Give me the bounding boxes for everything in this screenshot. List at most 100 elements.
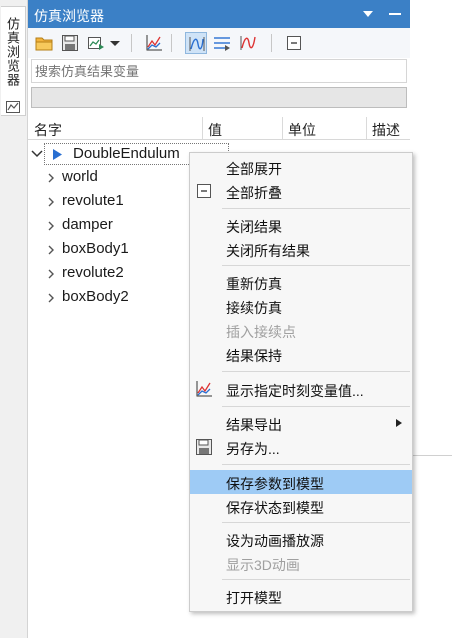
menu-item-resimulate[interactable]: 重新仿真 [190,270,412,294]
menu-item-label: 结果保持 [226,348,282,364]
plot-button[interactable] [143,32,165,54]
menu-item-show-3d-animation: 显示3D动画 [190,551,412,575]
toolbar [28,28,410,58]
export-icon [88,37,104,50]
list-curve-icon [214,37,230,51]
curve-icon [189,37,205,51]
column-separator[interactable] [366,117,367,139]
menu-item-open-model[interactable]: 打开模型 [190,584,412,608]
curve-button[interactable] [185,32,207,54]
menu-item-continue-simulation[interactable]: 接续仿真 [190,294,412,318]
dropdown-arrow-icon [110,41,120,46]
menu-separator [222,522,410,523]
chevron-right-icon [48,197,54,207]
tree-item-label: revolute2 [62,264,124,281]
tree-root-label: DoubleEndulum [73,145,180,162]
red-curve-button[interactable] [237,32,259,54]
toolbar-separator [271,34,272,52]
dropdown-icon[interactable] [361,7,375,21]
menu-item-label: 另存为... [226,441,280,457]
collapse-icon [197,184,211,198]
column-value-header[interactable]: 值 [208,120,222,140]
panel-title-bar: 仿真浏览器 [28,0,410,28]
column-name-header[interactable]: 名字 [34,120,62,140]
column-desc-header[interactable]: 描述 [372,120,400,140]
menu-item-export-result[interactable]: 结果导出 [190,411,412,435]
column-separator[interactable] [282,117,283,139]
menu-item-label: 插入接续点 [226,324,296,340]
panel-title: 仿真浏览器 [34,8,104,24]
menu-item-label: 全部展开 [226,161,282,177]
menu-item-collapse-all[interactable]: 全部折叠 [190,179,412,203]
menu-item-label: 关闭结果 [226,219,282,235]
plot-icon [196,381,212,397]
collapse-icon [287,36,301,50]
minimize-icon[interactable] [388,7,402,21]
search-input[interactable] [31,59,407,83]
chevron-right-icon [48,269,54,279]
menu-item-label: 重新仿真 [226,276,282,292]
menu-item-label: 打开模型 [226,590,282,606]
chevron-right-icon [48,293,54,303]
side-tab-sim-browser[interactable]: 仿真浏览器 [1,6,26,116]
menu-item-label: 保存参数到模型 [226,476,324,492]
menu-item-label: 接续仿真 [226,300,282,316]
tree-item-label: world [62,168,98,185]
menu-separator [222,406,410,407]
tree-item-label: boxBody2 [62,288,129,305]
menu-item-close-result[interactable]: 关闭结果 [190,213,412,237]
menu-item-label: 保存状态到模型 [226,500,324,516]
red-curve-icon [240,36,256,50]
menu-item-label: 显示3D动画 [226,557,300,573]
menu-item-keep-result[interactable]: 结果保持 [190,342,412,366]
menu-item-close-all-results[interactable]: 关闭所有结果 [190,237,412,261]
export-button[interactable] [85,32,107,54]
tree-item-label: revolute1 [62,192,124,209]
menu-item-show-values-at-time[interactable]: 显示指定时刻变量值... [190,377,412,401]
menu-separator [222,265,410,266]
submenu-arrow-icon [396,419,402,427]
menu-item-label: 设为动画播放源 [226,533,324,549]
chevron-right-icon [48,245,54,255]
menu-separator [222,464,410,465]
toolbar-separator [171,34,172,52]
menu-item-set-animation-source[interactable]: 设为动画播放源 [190,527,412,551]
menu-separator [222,371,410,372]
right-background [410,0,452,638]
menu-item-label: 显示指定时刻变量值... [226,383,364,399]
export-dropdown-button[interactable] [109,32,123,54]
save-icon [196,439,212,455]
context-menu: 全部展开 全部折叠 关闭结果 关闭所有结果 重新仿真 接续仿真 插入接续点 结果… [189,152,413,612]
menu-item-label: 关闭所有结果 [226,243,310,259]
side-tab-label: 仿真浏览器 [5,17,20,87]
toolbar-separator [131,34,132,52]
list-curve-button[interactable] [211,32,233,54]
table-header: 名字 值 单位 描述 [28,117,410,140]
progress-bar [31,87,407,108]
collapse-all-button[interactable] [283,32,305,54]
side-dock-strip: 仿真浏览器 [0,0,28,638]
play-icon [53,149,62,160]
menu-item-label: 结果导出 [226,417,282,433]
menu-separator [222,579,410,580]
chevron-right-icon [48,221,54,231]
menu-item-save-params-to-model[interactable]: 保存参数到模型 [190,470,412,494]
tree-item-label: boxBody1 [62,240,129,257]
column-separator[interactable] [202,117,203,139]
chevron-right-icon [48,173,54,183]
menu-item-label: 全部折叠 [226,185,282,201]
chart-icon [6,101,20,113]
divider [410,455,452,456]
menu-item-save-as[interactable]: 另存为... [190,435,412,459]
open-folder-button[interactable] [33,32,55,54]
save-button[interactable] [59,32,81,54]
menu-item-save-state-to-model[interactable]: 保存状态到模型 [190,494,412,518]
menu-item-expand-all[interactable]: 全部展开 [190,155,412,179]
tree-item-label: damper [62,216,113,233]
plot-icon [146,35,162,51]
menu-separator [222,208,410,209]
save-icon [62,35,78,51]
column-unit-header[interactable]: 单位 [288,120,316,140]
menu-item-insert-continue-point: 插入接续点 [190,318,412,342]
chevron-down-icon[interactable] [31,148,43,160]
